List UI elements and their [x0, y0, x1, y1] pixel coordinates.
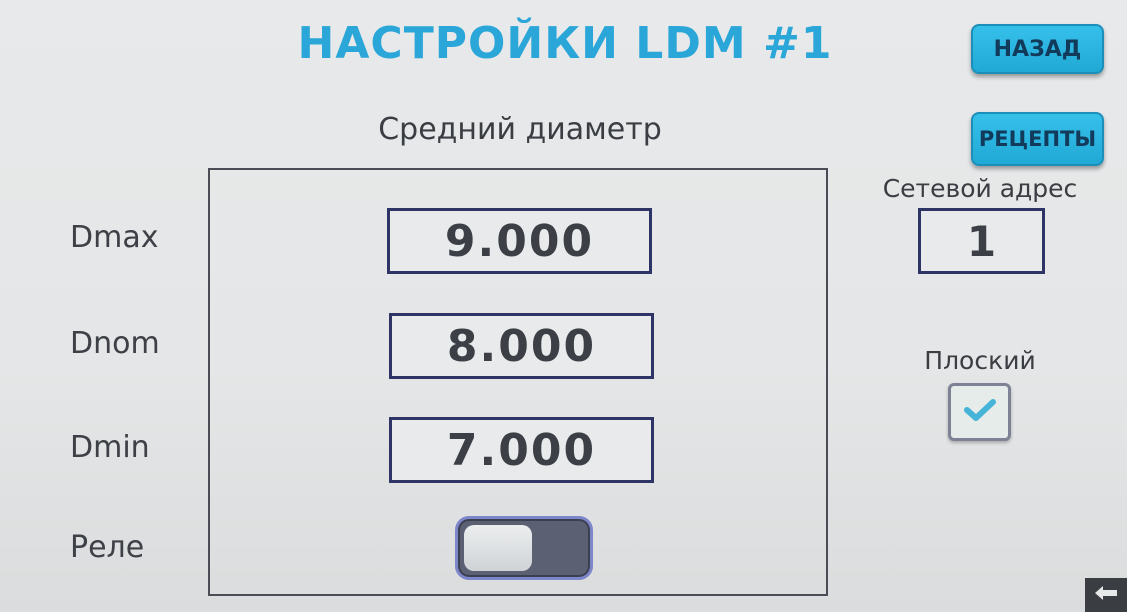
section-title: Средний диаметр	[378, 112, 662, 147]
dmin-input[interactable]: 7.000	[389, 417, 654, 483]
exit-button[interactable]	[1085, 578, 1127, 612]
arrow-left-icon	[1093, 584, 1119, 606]
dnom-input[interactable]: 8.000	[389, 313, 654, 379]
dmax-input[interactable]: 9.000	[387, 208, 652, 274]
network-address-label: Сетевой адрес	[882, 174, 1078, 203]
dnom-label: Dnom	[70, 326, 160, 361]
relay-toggle[interactable]	[455, 516, 593, 580]
network-address-input[interactable]: 1	[918, 208, 1045, 274]
flat-label: Плоский	[924, 346, 1036, 375]
dmax-label: Dmax	[70, 220, 159, 255]
back-button[interactable]: НАЗАД	[971, 24, 1104, 74]
recipes-button[interactable]: РЕЦЕПТЫ	[971, 112, 1104, 166]
checkmark-icon	[963, 397, 997, 427]
dmin-label: Dmin	[70, 430, 150, 465]
page-title: НАСТРОЙКИ LDM #1	[297, 18, 833, 69]
relay-label: Реле	[70, 530, 145, 565]
relay-toggle-knob	[464, 525, 532, 571]
flat-checkbox[interactable]	[948, 383, 1011, 441]
